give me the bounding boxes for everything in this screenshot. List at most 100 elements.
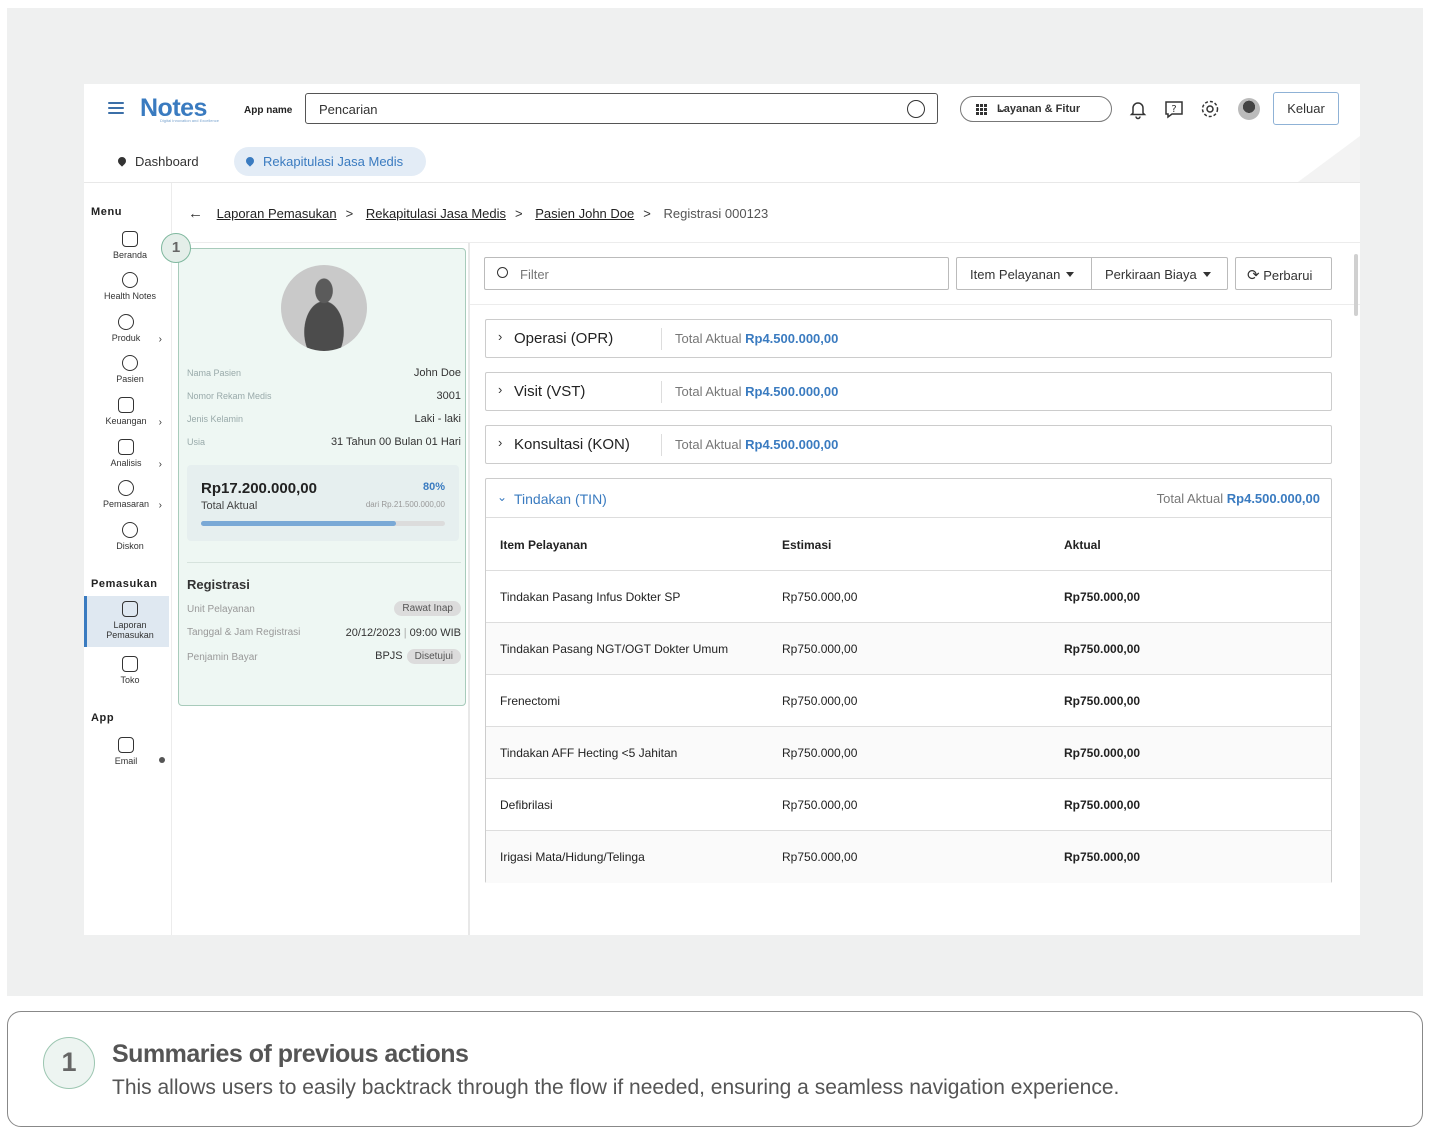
payer-value: BPJS	[375, 650, 403, 662]
cell-item: Irigasi Mata/Hidung/Telinga	[500, 850, 645, 864]
row-value: Laki - laki	[414, 413, 461, 425]
sidebar-item-label: Laporan	[113, 620, 147, 630]
registration-row: Penjamin Bayar BPJS Disetujui	[187, 649, 461, 667]
column-header[interactable]: Item Pelayanan	[500, 538, 587, 552]
sidebar-item-laporan-pemasukan[interactable]: Laporan Pemasukan	[90, 601, 170, 640]
avatar[interactable]	[1238, 98, 1260, 120]
table-row[interactable]: Tindakan AFF Hecting <5 Jahitan Rp750.00…	[486, 727, 1331, 779]
annotation-note: 1 Summaries of previous actions This all…	[7, 1011, 1423, 1127]
breadcrumb-divider	[173, 242, 1360, 243]
cell-actual: Rp750.000,00	[1064, 590, 1141, 604]
breadcrumb-link[interactable]: Rekapitulasi Jasa Medis	[366, 206, 506, 221]
wallet-icon	[118, 397, 134, 413]
sidebar-item-pemasaran[interactable]: Pemasaran ›	[86, 480, 166, 511]
table-row[interactable]: Frenectomi Rp750.000,00 Rp750.000,00	[486, 675, 1331, 727]
table-row[interactable]: Irigasi Mata/Hidung/Telinga Rp750.000,00…	[486, 831, 1331, 883]
step-badge: 1	[161, 233, 191, 263]
tab-dashboard[interactable]: Dashboard	[116, 154, 199, 169]
sidebar-item-label: Toko	[120, 675, 140, 685]
sidebar-item-label: Keuangan	[105, 416, 147, 426]
accordion-konsultasi[interactable]: › Konsultasi (KON) Total Aktual Rp4.500.…	[485, 425, 1332, 464]
refresh-button[interactable]: ⟳ Perbarui	[1235, 257, 1332, 290]
presentation-stage: Notes Digital Innovation and Excellence …	[7, 8, 1423, 996]
menu-icon[interactable]	[108, 102, 124, 114]
total-value: Rp4.500.000,00	[745, 331, 839, 346]
sidebar-item-analisis[interactable]: Analisis ›	[86, 439, 166, 470]
cell-actual: Rp750.000,00	[1064, 694, 1141, 708]
cell-item: Frenectomi	[500, 694, 561, 708]
sidebar-item-health-notes[interactable]: Health Notes	[90, 272, 170, 301]
accordion-total: Total Aktual Rp4.500.000,00	[675, 437, 838, 452]
cell-item: Tindakan Pasang NGT/OGT Dokter Umum	[500, 642, 729, 656]
accordion-title: Operasi (OPR)	[514, 330, 614, 347]
services-dropdown[interactable]: Layanan & Fitur ⌄	[960, 96, 1112, 122]
row-value: John Doe	[413, 367, 461, 379]
sidebar-item-toko[interactable]: Toko	[90, 656, 170, 685]
gear-icon[interactable]	[1199, 98, 1221, 120]
tab-rekapitulasi[interactable]: Rekapitulasi Jasa Medis	[234, 147, 426, 176]
discount-icon	[122, 522, 138, 538]
column-header[interactable]: Aktual	[1064, 538, 1101, 552]
patient-summary-card: Nama Pasien John Doe Nomor Rekam Medis 300…	[178, 248, 466, 706]
search-icon[interactable]	[907, 100, 925, 118]
logout-button[interactable]: Keluar	[1273, 92, 1339, 125]
sidebar-item-beranda[interactable]: Beranda	[90, 231, 170, 260]
search-input[interactable]: Pencarian	[305, 93, 938, 124]
sidebar-item-diskon[interactable]: Diskon	[90, 522, 170, 551]
chevron-right-icon: ›	[498, 435, 503, 450]
refresh-label: Perbarui	[1263, 268, 1313, 283]
accordion-operasi[interactable]: › Operasi (OPR) Total Aktual Rp4.500.000…	[485, 319, 1332, 358]
sidebar-item-keuangan[interactable]: Keuangan ›	[86, 397, 166, 428]
item-pelayanan-dropdown[interactable]: Item Pelayanan	[956, 257, 1092, 290]
breadcrumb-link[interactable]: Laporan Pemasukan	[217, 206, 337, 221]
mail-icon	[118, 737, 134, 753]
breadcrumb-link[interactable]: Pasien John Doe	[535, 206, 634, 221]
total-value: Rp4.500.000,00	[1226, 491, 1320, 506]
filter-input[interactable]: Filter	[484, 257, 949, 290]
help-icon[interactable]: ?	[1163, 98, 1185, 120]
logo-tagline: Digital Innovation and Excellence	[160, 118, 219, 123]
cell-estimate: Rp750.000,00	[782, 798, 858, 812]
cell-item: Defibrilasi	[500, 798, 553, 812]
registration-row: Tanggal & Jam Registrasi 20/12/2023 | 09:…	[187, 627, 461, 639]
tab-rekapitulasi-label: Rekapitulasi Jasa Medis	[263, 154, 404, 169]
arrow-left-icon[interactable]: ←	[188, 205, 203, 222]
sidebar-item-produk[interactable]: Produk ›	[86, 314, 166, 345]
cell-actual: Rp750.000,00	[1064, 850, 1141, 864]
perkiraan-biaya-dropdown[interactable]: Perkiraan Biaya	[1091, 257, 1228, 290]
table-row[interactable]: Defibrilasi Rp750.000,00 Rp750.000,00	[486, 779, 1331, 831]
cell-actual: Rp750.000,00	[1064, 746, 1141, 760]
sidebar-item-label: Email	[114, 756, 138, 766]
chart-icon	[118, 439, 134, 455]
divider	[661, 381, 662, 403]
accordion-visit[interactable]: › Visit (VST) Total Aktual Rp4.500.000,0…	[485, 372, 1332, 411]
network-icon	[118, 480, 134, 496]
total-percent: 80%	[422, 481, 445, 493]
total-label: Total Aktual	[675, 331, 742, 346]
caret-down-icon	[1066, 272, 1075, 277]
table-row[interactable]: Tindakan Pasang NGT/OGT Dokter Umum Rp75…	[486, 623, 1331, 675]
location-pin-icon	[244, 155, 256, 167]
report-icon	[122, 601, 138, 617]
toolbar-divider	[470, 304, 1360, 305]
table-row[interactable]: Tindakan Pasang Infus Dokter SP Rp750.00…	[486, 571, 1331, 623]
notes-icon	[122, 272, 138, 288]
accordion-total: Total Aktual Rp4.500.000,00	[1157, 491, 1320, 506]
header-divider	[84, 182, 1360, 183]
search-icon	[497, 267, 508, 278]
status-badge: Disetujui	[406, 649, 461, 664]
sidebar-item-pasien[interactable]: Pasien	[90, 355, 170, 384]
cell-item: Tindakan AFF Hecting <5 Jahitan	[500, 746, 678, 760]
scrollbar[interactable]	[1354, 254, 1358, 316]
bell-icon[interactable]	[1127, 98, 1149, 120]
accordion-header[interactable]: ⌄ Tindakan (TIN) Total Aktual Rp4.500.00…	[486, 479, 1331, 518]
registration-title: Registrasi	[187, 577, 250, 592]
breadcrumb: ← Laporan Pemasukan > Rekapitulasi Jasa M…	[188, 205, 768, 222]
user-icon	[122, 355, 138, 371]
column-header[interactable]: Estimasi	[782, 538, 831, 552]
app-window: Notes Digital Innovation and Excellence …	[84, 84, 1360, 935]
progress-fill	[201, 521, 397, 526]
row-label: Tanggal & Jam Registrasi	[187, 627, 301, 638]
accordion-title: Visit (VST)	[514, 383, 586, 400]
sidebar-item-email[interactable]: Email	[86, 737, 166, 766]
